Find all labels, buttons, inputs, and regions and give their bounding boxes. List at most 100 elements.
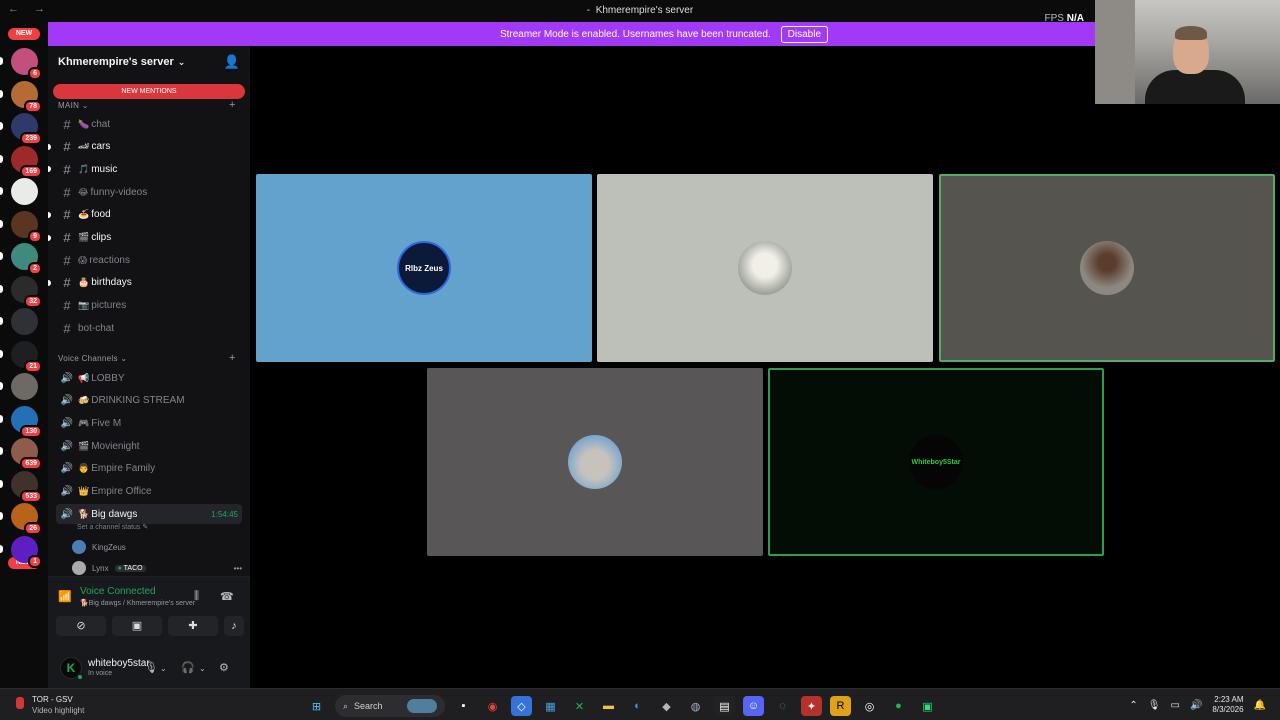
headphones-icon[interactable]: 🎧: [181, 661, 195, 674]
disconnect-icon[interactable]: ☎: [220, 590, 234, 603]
channel-reactions[interactable]: # 😱 reactions: [56, 250, 242, 270]
voice-channel-big-dawgs[interactable]: 🔊 🐕 Big dawgs 1:54:45: [56, 504, 242, 525]
channel-funny-videos[interactable]: # 😂 funny-videos: [56, 182, 242, 202]
notification-bell-icon[interactable]: 🔔: [1254, 700, 1266, 711]
voice-channel-lobby[interactable]: 🔊 📢 LOBBY: [56, 368, 242, 388]
calendar-icon[interactable]: ▦: [540, 696, 561, 716]
server-icon[interactable]: 1: [11, 535, 42, 568]
server-icon[interactable]: 78: [11, 80, 42, 113]
channel-music[interactable]: # 🎵 music: [48, 159, 242, 179]
unread-indicator: [0, 89, 3, 98]
volume-icon[interactable]: 🔊: [1190, 700, 1202, 711]
app-icon[interactable]: ◆: [656, 696, 677, 716]
category-voice-label: Voice Channels: [58, 354, 118, 363]
video-tile-4[interactable]: [427, 368, 763, 556]
server-icon[interactable]: 21: [11, 340, 42, 373]
voice-channel-movienight[interactable]: 🔊 🎬 Movienight: [56, 436, 242, 456]
new-pill-top[interactable]: NEW: [8, 28, 40, 40]
discord-icon[interactable]: ☺: [743, 696, 764, 716]
store-icon[interactable]: ◇: [511, 696, 532, 716]
channel-emoji: 📷: [78, 300, 90, 311]
signal-icon[interactable]: 📶: [58, 590, 72, 603]
taskbar-search[interactable]: ⌕ Search: [335, 695, 445, 717]
channel-name: pictures: [91, 300, 127, 312]
game-launcher-icon[interactable]: ✦: [801, 696, 822, 716]
network-icon[interactable]: ▭: [1171, 700, 1180, 711]
server-icon[interactable]: 130: [11, 405, 42, 438]
activities-button[interactable]: ✚: [168, 616, 218, 636]
file-explorer-icon[interactable]: ▬: [598, 696, 619, 716]
voice-connected-title[interactable]: Voice Connected: [80, 586, 156, 597]
channel-clips[interactable]: # 🎬 clips: [48, 228, 242, 248]
browser-icon[interactable]: ◌: [772, 696, 793, 716]
task-view-icon[interactable]: ▪: [453, 696, 474, 716]
chrome-icon[interactable]: ◉: [482, 696, 503, 716]
game-widget[interactable]: TOR - GSV Video highlight: [16, 695, 84, 715]
steam-icon[interactable]: ◍: [685, 696, 706, 716]
more-icon[interactable]: •••: [234, 564, 242, 573]
windows-start-icon[interactable]: ⊞: [306, 696, 327, 716]
screen-share-button[interactable]: ▣: [112, 616, 162, 636]
add-friend-icon[interactable]: 👤: [224, 54, 240, 70]
voice-channel-empire-office[interactable]: 🔊 👑 Empire Office: [56, 482, 242, 502]
xbox-icon[interactable]: ✕: [569, 696, 590, 716]
microphone-tray-icon[interactable]: 🎙: [1148, 700, 1161, 711]
disable-button[interactable]: Disable: [780, 25, 829, 43]
voice-user[interactable]: Lynx ● TACO •••: [72, 559, 242, 577]
voice-channel-five-m[interactable]: 🔊 🎮 Five M: [56, 413, 242, 433]
server-icon[interactable]: [11, 373, 38, 400]
spotify-icon[interactable]: ●: [888, 696, 909, 716]
server-icon[interactable]: 533: [11, 470, 42, 503]
category-main[interactable]: MAIN ⌄ +: [58, 99, 235, 111]
soundboard-button[interactable]: ♪: [224, 616, 244, 636]
channel-birthdays[interactable]: # 🎂 birthdays: [48, 273, 242, 293]
add-channel-icon[interactable]: +: [229, 99, 236, 111]
server-icon[interactable]: 26: [11, 503, 42, 535]
channel-cars[interactable]: # 🏎 cars: [48, 137, 242, 157]
channel-status[interactable]: Set a channel status ✎: [77, 523, 148, 531]
tray-chevron-icon[interactable]: ⌃: [1129, 700, 1137, 711]
noise-suppression-icon[interactable]: ⫼: [194, 590, 199, 603]
server-icon[interactable]: 239: [11, 113, 42, 145]
unread-indicator: [0, 447, 3, 455]
camera-button[interactable]: ⊘: [56, 616, 106, 636]
video-tile-1[interactable]: Rlbz Zeus: [256, 174, 592, 362]
video-tile-3[interactable]: [939, 174, 1275, 362]
channel-pictures[interactable]: # 📷 pictures: [56, 296, 242, 316]
server-icon[interactable]: 2: [11, 243, 42, 275]
channel-food[interactable]: # 🍝 food: [48, 205, 242, 225]
voice-channel-drinking-stream[interactable]: 🔊 🍻 DRINKING STREAM: [56, 391, 242, 411]
voice-channel-empire-family[interactable]: 🔊 👨 Empire Family: [56, 459, 242, 479]
audio-options-chevron-icon[interactable]: ⌄: [199, 664, 206, 673]
server-icon[interactable]: 639: [11, 438, 42, 470]
server-icon[interactable]: [11, 178, 38, 205]
mention-badge: 78: [24, 99, 42, 113]
server-icon[interactable]: [11, 308, 38, 335]
server-header[interactable]: Khmerempire's server ⌄ 👤: [48, 46, 250, 78]
server-icon[interactable]: 9: [11, 210, 42, 243]
epic-games-icon[interactable]: ▤: [714, 696, 735, 716]
channel-chat[interactable]: # 🍆 chat: [56, 114, 242, 134]
voice-connected-subtitle[interactable]: 🐕Big dawgs / Khmerempire's server: [80, 599, 195, 607]
clock[interactable]: 2:23 AM 8/3/2026: [1212, 695, 1243, 715]
microphone-icon[interactable]: 🎙: [144, 661, 158, 674]
video-tile-2[interactable]: [597, 174, 933, 362]
server-icon[interactable]: 169: [11, 145, 42, 178]
obs-icon[interactable]: ◎: [859, 696, 880, 716]
username[interactable]: whiteboy5star: [88, 658, 150, 669]
rockstar-icon[interactable]: R: [830, 696, 851, 716]
server-icon[interactable]: 6: [11, 48, 42, 80]
category-voice[interactable]: Voice Channels ⌄ +: [58, 352, 235, 364]
avatar[interactable]: K: [60, 657, 84, 681]
xbox-app-icon[interactable]: ▣: [917, 696, 938, 716]
add-voice-channel-icon[interactable]: +: [229, 352, 236, 364]
mic-options-chevron-icon[interactable]: ⌄: [160, 664, 167, 673]
server-icon[interactable]: 32: [11, 275, 42, 308]
edge-icon[interactable]: ◐: [627, 696, 648, 716]
new-mentions-button[interactable]: NEW MENTIONS: [53, 84, 245, 99]
webcam-overlay: [1095, 0, 1280, 104]
video-tile-5[interactable]: Whiteboy5Star: [768, 368, 1104, 556]
gear-icon[interactable]: ⚙: [219, 661, 229, 674]
voice-user[interactable]: KingZeus: [72, 538, 242, 556]
channel-bot-chat[interactable]: # bot-chat: [56, 318, 242, 338]
